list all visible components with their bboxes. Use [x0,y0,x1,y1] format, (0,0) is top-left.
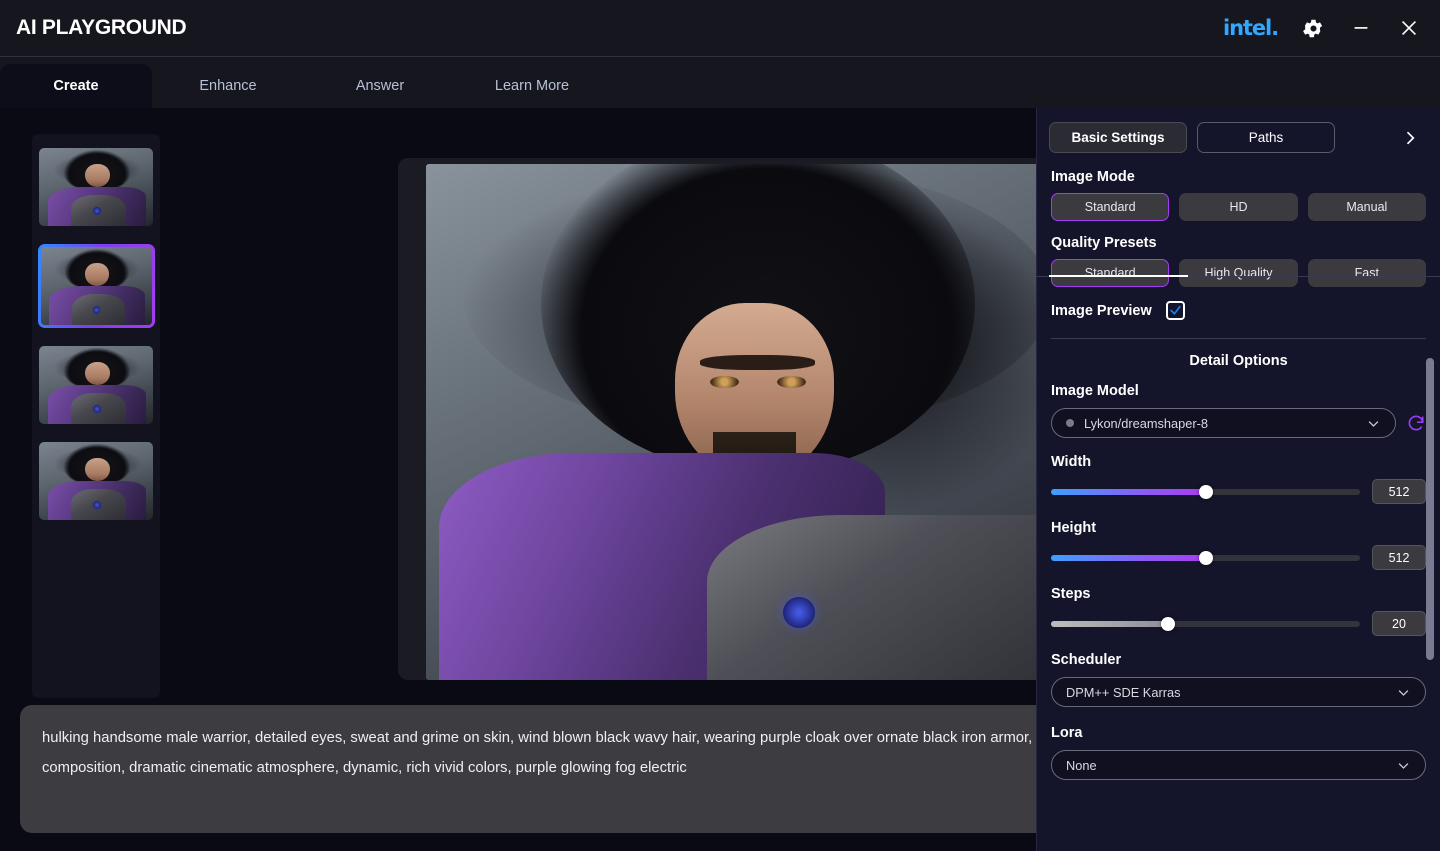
steps-value[interactable]: 20 [1372,611,1426,636]
height-slider-row: 512 [1051,545,1426,570]
tab-create[interactable]: Create [0,64,152,108]
width-slider[interactable] [1051,489,1360,495]
steps-slider[interactable] [1051,621,1360,627]
image-mode-hd[interactable]: HD [1179,193,1297,221]
image-mode-options: Standard HD Manual [1051,193,1426,221]
image-preview-checkbox[interactable] [1166,301,1185,320]
steps-slider-row: 20 [1051,611,1426,636]
detail-options-section: Image Model Lykon/dreamshaper-8 [1037,383,1440,780]
window-controls: intel. [1223,15,1440,41]
image-mode-standard[interactable]: Standard [1051,193,1169,221]
intel-logo-dot: . [1271,16,1278,40]
lora-select[interactable]: None [1051,750,1426,780]
thumbnail-item[interactable] [39,148,153,226]
image-model-label: Image Model [1051,383,1426,399]
generated-image [426,164,1064,680]
image-viewer[interactable] [398,158,1064,680]
tab-create-label: Create [53,78,98,94]
settings-scrollbar[interactable] [1426,358,1434,660]
quality-preset-fast[interactable]: Fast [1308,259,1426,287]
lora-value: None [1066,758,1097,773]
tab-paths[interactable]: Paths [1197,122,1335,153]
app-window: AI PLAYGROUND intel. Create [0,0,1440,851]
check-icon [1169,304,1182,317]
settings-panel: Basic Settings Paths Image Mode Standard… [1036,108,1440,851]
tab-answer-label: Answer [356,78,404,94]
tab-basic-settings-label: Basic Settings [1071,130,1164,145]
tab-paths-label: Paths [1249,130,1284,145]
height-slider[interactable] [1051,555,1360,561]
active-tab-underline [1049,275,1188,277]
tab-answer[interactable]: Answer [304,64,456,108]
image-mode-manual[interactable]: Manual [1308,193,1426,221]
image-model-select[interactable]: Lykon/dreamshaper-8 [1051,408,1396,438]
quality-preset-high-quality[interactable]: High Quality [1179,259,1297,287]
title-bar: AI PLAYGROUND intel. [0,0,1440,57]
quality-presets-options: Standard High Quality Fast [1051,259,1426,287]
tab-learn-more[interactable]: Learn More [456,64,608,108]
tab-learn-more-label: Learn More [495,78,569,94]
settings-tabs: Basic Settings Paths [1037,108,1440,153]
image-model-row: Lykon/dreamshaper-8 [1051,408,1426,438]
width-label: Width [1051,454,1426,470]
thumbnail-item[interactable] [39,346,153,424]
intel-logo-text: intel [1223,16,1271,40]
thumbnail-rail [32,134,160,698]
intel-logo: intel. [1223,16,1278,40]
thumbnail-item-selected[interactable] [38,244,155,328]
refresh-icon[interactable] [1406,413,1426,433]
gear-icon[interactable] [1300,15,1326,41]
image-mode-section: Image Mode Standard HD Manual Quality Pr… [1037,153,1440,320]
detail-options-title: Detail Options [1037,339,1440,383]
app-title: AI PLAYGROUND [16,16,186,40]
scheduler-value: DPM++ SDE Karras [1066,685,1181,700]
chevron-right-icon[interactable] [1400,128,1420,148]
scheduler-label: Scheduler [1051,652,1426,668]
image-model-value: Lykon/dreamshaper-8 [1084,416,1208,431]
thumbnail-image [39,346,153,424]
chevron-down-icon [1396,685,1411,700]
tab-enhance-label: Enhance [199,78,256,94]
width-slider-row: 512 [1051,479,1426,504]
model-status-dot [1066,419,1074,427]
width-value[interactable]: 512 [1372,479,1426,504]
image-preview-label: Image Preview [1051,303,1152,319]
close-icon[interactable] [1396,15,1422,41]
minimize-icon[interactable] [1348,15,1374,41]
tab-basic-settings[interactable]: Basic Settings [1049,122,1187,153]
quality-presets-label: Quality Presets [1051,235,1426,251]
thumbnail-item[interactable] [39,442,153,520]
thumbnail-image [41,247,152,325]
thumbnail-image [39,148,153,226]
tab-bar: Create Enhance Answer Learn More [0,57,1440,108]
scheduler-select[interactable]: DPM++ SDE Karras [1051,677,1426,707]
height-value[interactable]: 512 [1372,545,1426,570]
thumbnail-image [39,442,153,520]
chevron-down-icon [1396,758,1411,773]
image-preview-row: Image Preview [1051,301,1426,320]
steps-label: Steps [1051,586,1426,602]
chevron-down-icon [1366,416,1381,431]
tab-enhance[interactable]: Enhance [152,64,304,108]
height-label: Height [1051,520,1426,536]
image-mode-label: Image Mode [1051,169,1426,185]
quality-preset-standard[interactable]: Standard [1051,259,1169,287]
lora-label: Lora [1051,725,1426,741]
